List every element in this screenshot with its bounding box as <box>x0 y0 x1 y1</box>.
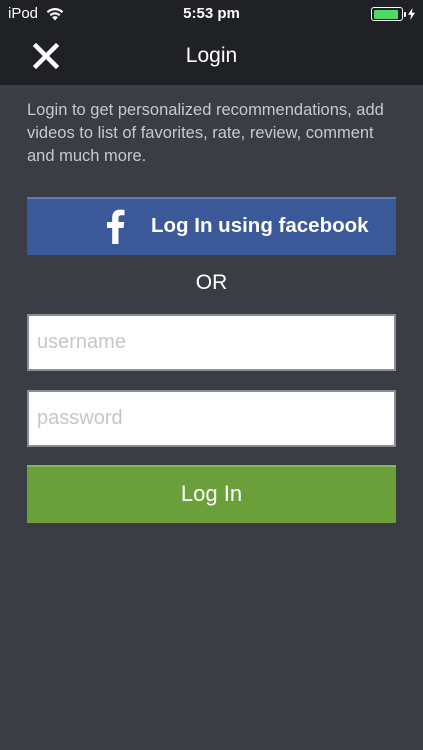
facebook-icon <box>107 209 125 244</box>
battery-tip <box>404 11 406 17</box>
battery-icon <box>371 7 403 21</box>
status-bar: iPod 5:53 pm <box>0 0 423 28</box>
login-button[interactable]: Log In <box>27 465 396 523</box>
battery-indicator <box>371 7 415 21</box>
intro-text: Login to get personalized recommendation… <box>27 101 384 165</box>
or-divider: OR <box>195 271 228 294</box>
status-time: 5:53 pm <box>183 5 240 22</box>
charging-bolt-icon <box>408 8 415 20</box>
facebook-login-button[interactable]: Log In using facebook <box>27 197 396 255</box>
battery-level <box>373 9 398 19</box>
facebook-login-label: Log In using facebook <box>151 214 369 237</box>
password-input[interactable] <box>27 390 396 447</box>
page-title: Login <box>185 44 238 67</box>
username-input[interactable] <box>27 314 396 371</box>
nav-bar: Login <box>0 28 423 85</box>
